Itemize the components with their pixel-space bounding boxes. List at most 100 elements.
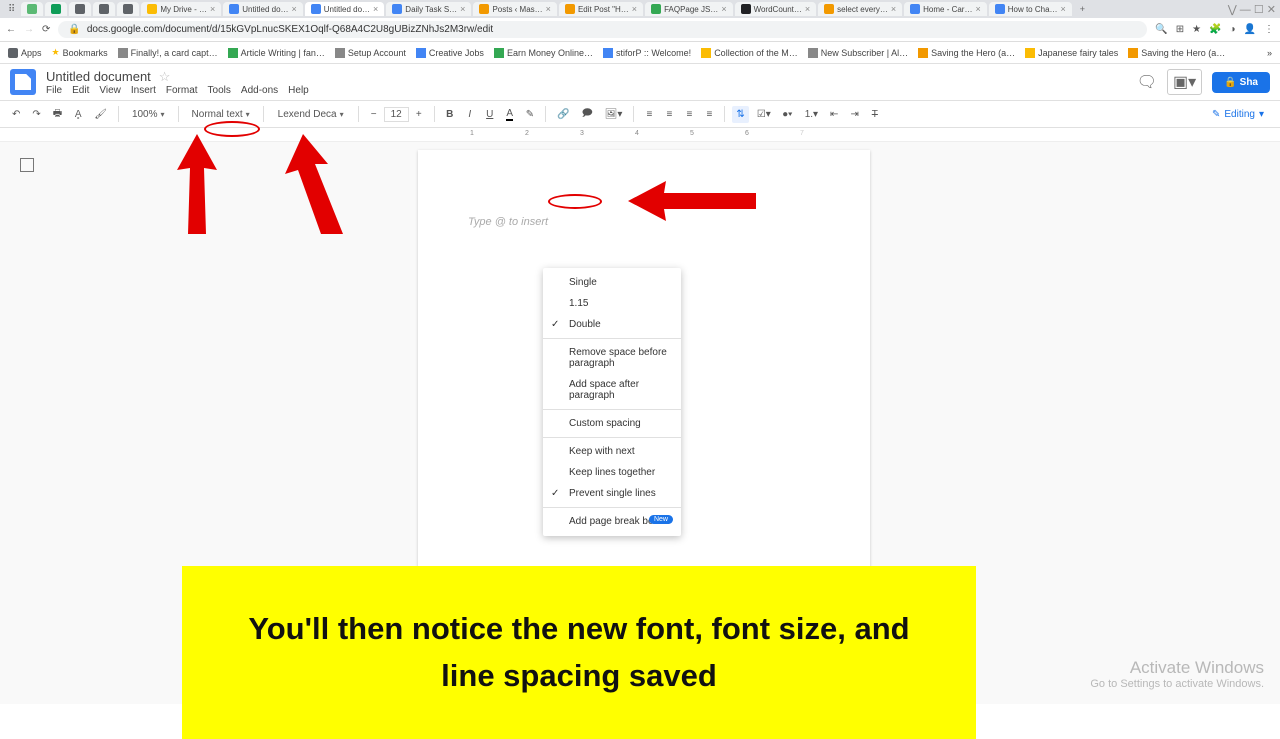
- menu-file[interactable]: File: [46, 85, 62, 96]
- clear-format-icon[interactable]: T: [867, 106, 883, 123]
- bookmark[interactable]: Earn Money Online…: [494, 48, 593, 58]
- tab-8[interactable]: Daily Task S…×: [386, 2, 471, 16]
- ext-icon[interactable]: ◑: [1230, 24, 1236, 35]
- align-center-icon[interactable]: ≡: [661, 106, 677, 123]
- dd-double[interactable]: Double: [543, 314, 681, 335]
- line-spacing-icon[interactable]: ⇅: [732, 106, 748, 123]
- dd-keep-next[interactable]: Keep with next: [543, 441, 681, 462]
- bookmark[interactable]: Collection of the M…: [701, 48, 798, 58]
- paint-format-icon[interactable]: 🖌: [90, 106, 111, 123]
- tab-menu-icon[interactable]: ⠿: [4, 4, 19, 15]
- document-title[interactable]: Untitled document: [46, 69, 151, 84]
- comment-icon[interactable]: 🗩: [578, 103, 597, 126]
- tab-11[interactable]: FAQPage JS…×: [645, 2, 733, 16]
- zoom-dropdown[interactable]: 100%▾: [126, 107, 171, 122]
- tab-10[interactable]: Edit Post "H…×: [559, 2, 643, 16]
- tab-4[interactable]: [117, 2, 139, 16]
- forward-icon[interactable]: →: [24, 24, 34, 35]
- bookmark[interactable]: New Subscriber | Al…: [808, 48, 908, 58]
- outline-icon[interactable]: [20, 158, 34, 172]
- font-size-increase[interactable]: +: [411, 106, 427, 123]
- bold-icon[interactable]: B: [442, 106, 458, 123]
- numbered-list-icon[interactable]: 1.▾: [801, 106, 822, 123]
- checklist-icon[interactable]: ☑▾: [753, 106, 775, 123]
- dd-page-break[interactable]: Add page break beforeNew: [543, 511, 681, 532]
- align-right-icon[interactable]: ≡: [681, 106, 697, 123]
- menu-help[interactable]: Help: [288, 85, 309, 96]
- tab-15[interactable]: How to Cha…×: [989, 2, 1072, 16]
- bullet-list-icon[interactable]: ⦁▾: [779, 106, 797, 123]
- bookmark-apps[interactable]: Apps: [8, 48, 42, 58]
- ext-icon[interactable]: 🧩: [1209, 24, 1221, 35]
- bookmark[interactable]: Setup Account: [335, 48, 406, 58]
- bookmark[interactable]: stiforP :: Welcome!: [603, 48, 691, 58]
- link-icon[interactable]: 🔗: [553, 106, 573, 123]
- bookmark[interactable]: Saving the Hero (a…: [1128, 48, 1225, 58]
- dd-prevent-single[interactable]: Prevent single lines: [543, 483, 681, 504]
- italic-icon[interactable]: I: [462, 106, 478, 123]
- menu-icon[interactable]: ⋮: [1264, 24, 1274, 35]
- tab-13[interactable]: select every…×: [818, 2, 902, 16]
- reload-icon[interactable]: ⟳: [42, 24, 50, 35]
- tab-1[interactable]: [45, 2, 67, 16]
- dd-remove-before[interactable]: Remove space before paragraph: [543, 342, 681, 374]
- dd-single[interactable]: Single: [543, 272, 681, 293]
- tab-12[interactable]: WordCount…×: [735, 2, 817, 16]
- ext-icon[interactable]: 🔍: [1155, 24, 1167, 35]
- menu-view[interactable]: View: [99, 85, 121, 96]
- ext-icon[interactable]: ⊞: [1176, 24, 1184, 35]
- tab-0[interactable]: [21, 2, 43, 16]
- outdent-icon[interactable]: ⇤: [826, 106, 842, 123]
- bookmark[interactable]: Japanese fairy tales: [1025, 48, 1118, 58]
- font-size-decrease[interactable]: −: [366, 106, 382, 123]
- tab-6[interactable]: Untitled do…×: [223, 2, 303, 16]
- font-size-input[interactable]: 12: [384, 107, 409, 122]
- window-controls[interactable]: ⋁ — ☐ ✕: [1228, 3, 1276, 16]
- editing-mode[interactable]: ✎ Editing ▾: [1204, 107, 1272, 122]
- undo-icon[interactable]: ↶: [8, 106, 24, 123]
- menu-addons[interactable]: Add-ons: [241, 85, 278, 96]
- tab-14[interactable]: Home - Car…×: [904, 2, 987, 16]
- url-bar[interactable]: 🔒 docs.google.com/document/d/15kGVpLnucS…: [58, 21, 1147, 38]
- tab-3[interactable]: [93, 2, 115, 16]
- menu-tools[interactable]: Tools: [208, 85, 231, 96]
- bookmark[interactable]: Creative Jobs: [416, 48, 484, 58]
- align-justify-icon[interactable]: ≡: [701, 106, 717, 123]
- tab-2[interactable]: [69, 2, 91, 16]
- text-color-icon[interactable]: A: [502, 105, 518, 124]
- back-icon[interactable]: ←: [6, 24, 16, 35]
- new-tab-button[interactable]: +: [1074, 4, 1091, 14]
- tab-9[interactable]: Posts ‹ Mas…×: [473, 2, 557, 16]
- star-icon[interactable]: ☆: [159, 69, 171, 85]
- dd-add-after[interactable]: Add space after paragraph: [543, 374, 681, 406]
- spellcheck-icon[interactable]: Ḁ: [70, 106, 86, 123]
- bookmarks-overflow-icon[interactable]: »: [1267, 48, 1272, 58]
- present-icon[interactable]: ▣▾: [1167, 69, 1202, 95]
- style-dropdown[interactable]: Normal text▾: [186, 107, 256, 122]
- dd-keep-lines[interactable]: Keep lines together: [543, 462, 681, 483]
- tab-7[interactable]: Untitled do…×: [305, 2, 385, 16]
- indent-icon[interactable]: ⇥: [846, 106, 862, 123]
- underline-icon[interactable]: U: [482, 106, 498, 123]
- menu-insert[interactable]: Insert: [131, 85, 156, 96]
- font-dropdown[interactable]: Lexend Deca▾: [271, 106, 351, 123]
- profile-icon[interactable]: 👤: [1244, 24, 1256, 35]
- menu-edit[interactable]: Edit: [72, 85, 89, 96]
- bookmark[interactable]: Saving the Hero (a…: [918, 48, 1015, 58]
- bookmark[interactable]: Article Writing | fan…: [228, 48, 325, 58]
- ext-icon[interactable]: ★: [1192, 24, 1201, 35]
- highlight-icon[interactable]: ✎: [522, 106, 538, 123]
- image-icon[interactable]: 🖼▾: [601, 106, 627, 123]
- align-left-icon[interactable]: ≡: [641, 106, 657, 123]
- print-icon[interactable]: 🖶: [49, 103, 66, 126]
- tab-5[interactable]: My Drive - …×: [141, 2, 221, 16]
- bookmark[interactable]: ★Bookmarks: [52, 47, 108, 58]
- menu-format[interactable]: Format: [166, 85, 198, 96]
- dd-115[interactable]: 1.15: [543, 293, 681, 314]
- dd-custom[interactable]: Custom spacing: [543, 413, 681, 434]
- comment-history-icon[interactable]: 🗨: [1137, 72, 1157, 92]
- share-button[interactable]: 🔒Sha: [1212, 72, 1270, 93]
- redo-icon[interactable]: ↷: [28, 106, 44, 123]
- docs-logo-icon[interactable]: [10, 69, 36, 95]
- bookmark[interactable]: Finally!, a card capt…: [118, 48, 218, 58]
